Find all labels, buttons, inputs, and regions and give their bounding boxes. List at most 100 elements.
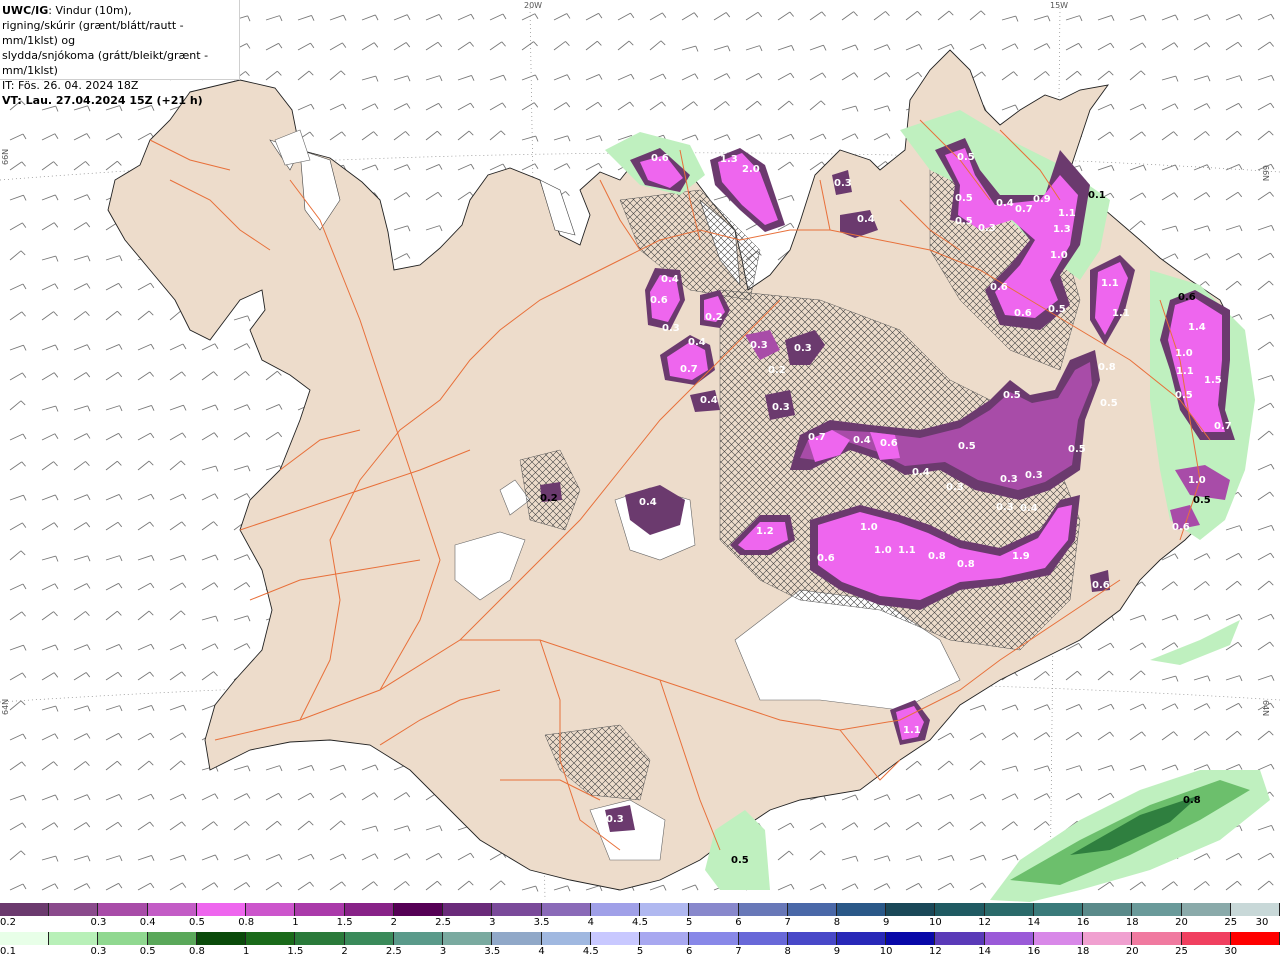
scale-swatch — [640, 932, 690, 945]
precip-label: 0.6 — [1178, 292, 1196, 303]
precip-label: 0.3 — [978, 223, 996, 234]
scale-swatch — [590, 903, 641, 916]
precip-label: 0.7 — [680, 364, 698, 375]
scale-label: 14 — [978, 946, 991, 957]
precip-label: 0.8 — [1183, 795, 1201, 806]
scale-swatch — [1083, 903, 1133, 916]
scale-swatch — [935, 932, 985, 945]
header-valid-time: VT: Lau. 27.04.2024 15Z (+21 h) — [2, 94, 203, 107]
scale-swatch — [49, 903, 99, 916]
precip-label: 1.4 — [1188, 322, 1206, 333]
scale-label: 2 — [341, 946, 348, 957]
precip-label: 0.4 — [639, 497, 657, 508]
scale-swatch — [443, 932, 493, 945]
snow-scale-labels: 0.2 0.3 0.4 0.5 0.8 1 1.5 2 2.5 3 3.5 4 4.5 5 6 7 8 9 10 12… — [0, 917, 1280, 931]
precip-label: 1.1 — [1112, 308, 1130, 319]
scale-label: 8 — [784, 946, 791, 957]
precip-label: 0.3 — [750, 340, 768, 351]
scale-label: 0.4 — [139, 917, 156, 928]
precip-label: 0.7 — [1015, 204, 1033, 215]
lon-label-20w: 20W — [524, 1, 543, 10]
scale-label: 2 — [390, 917, 398, 928]
precip-label: 0.2 — [768, 365, 786, 376]
scale-label: 3.5 — [484, 946, 501, 957]
precip-label: 0.5 — [1068, 444, 1086, 455]
lat-label-66n-right: 66N — [1261, 165, 1270, 182]
scale-swatch — [1033, 903, 1084, 916]
scale-label: 1.5 — [336, 917, 353, 928]
precip-label: 1.0 — [1050, 250, 1068, 261]
scale-label: 4.5 — [582, 946, 599, 957]
precip-label: 0.5 — [957, 152, 975, 163]
lat-label-66n-left: 66N — [1, 148, 10, 165]
scale-label: 4.5 — [632, 917, 648, 928]
precip-label: 0.5 — [1100, 398, 1118, 409]
scale-swatch — [295, 932, 345, 945]
precip-label: 0.4 — [857, 214, 875, 225]
precip-label: 0.5 — [731, 855, 749, 866]
precip-label: 0.6 — [651, 153, 669, 164]
precip-label: 0.3 — [946, 482, 964, 493]
precip-label: 1.0 — [860, 522, 878, 533]
rain-scale-labels: 0.1 0.3 0.5 0.8 1 1.5 2 2.5 3 3.5 4 4.5 5 6 7 8 9 10 12 14 1… — [0, 946, 1280, 960]
scale-label: 0.3 — [90, 917, 107, 928]
precip-label: 0.4 — [853, 435, 871, 446]
precip-label: 0.5 — [955, 193, 973, 204]
precip-label: 0.3 — [1000, 474, 1018, 485]
precip-label: 0.2 — [705, 312, 723, 323]
scale-swatch — [836, 903, 887, 916]
scale-label: 0.5 — [139, 946, 156, 957]
precip-label: 0.1 — [1088, 190, 1106, 201]
precip-label: 0.5 — [955, 216, 973, 227]
scale-swatch — [1083, 932, 1133, 945]
scale-label: 0.5 — [188, 917, 205, 928]
header-line3: slydda/snjókoma (grátt/bleikt/grænt - mm… — [2, 49, 209, 77]
precip-label: 0.8 — [928, 551, 946, 562]
precip-label: 0.6 — [880, 438, 898, 449]
header-line2: rigning/skúrir (grænt/blátt/rautt - mm/1… — [2, 19, 184, 47]
header-initial-time: IT: Fös. 26. 04. 2024 18Z — [2, 79, 139, 92]
scale-label: 0.2 — [0, 917, 16, 928]
scale-swatch — [492, 903, 542, 916]
scale-swatch — [787, 932, 837, 945]
scale-swatch — [590, 932, 641, 945]
scale-label: 5 — [686, 917, 693, 928]
scale-label: 10 — [929, 917, 942, 928]
precip-label: 0.5 — [1048, 304, 1066, 315]
precip-label: 0.4 — [912, 467, 930, 478]
scale-swatch — [246, 932, 296, 945]
precip-label: 1.2 — [756, 526, 774, 537]
lat-label-64n-left: 64N — [1, 698, 10, 715]
scale-label: 4 — [538, 946, 545, 957]
precip-label: 1.1 — [1101, 278, 1119, 289]
scale-swatch — [1181, 903, 1231, 916]
scale-swatch — [393, 903, 444, 916]
lon-label-15w: 15W — [1050, 1, 1069, 10]
precip-label: 0.4 — [688, 337, 706, 348]
precip-label: 0.3 — [996, 502, 1014, 513]
precip-label: 0.3 — [1025, 470, 1043, 481]
precip-label: 0.7 — [808, 432, 826, 443]
scale-label: 6 — [686, 946, 693, 957]
scale-swatch — [935, 903, 985, 916]
precip-label: 0.4 — [700, 395, 718, 406]
precip-label: 0.3 — [606, 814, 624, 825]
scale-label: 16 — [1076, 917, 1090, 928]
precip-label: 0.6 — [990, 282, 1008, 293]
scale-swatch — [541, 903, 591, 916]
scale-label: 6 — [735, 917, 742, 928]
map-stage: 1.3 2.0 0.3 0.4 0.6 0.3 0.2 0.4 0.7 0.4 … — [0, 0, 1280, 960]
scale-swatch — [147, 903, 197, 916]
scale-label: 12 — [978, 917, 991, 928]
header-title-code: UWC/IG — [2, 4, 49, 17]
map-header: UWC/IG: Vindur (10m), rigning/skúrir (gr… — [0, 0, 240, 107]
scale-swatch — [49, 932, 99, 945]
scale-swatch — [393, 932, 444, 945]
scale-swatch — [1230, 932, 1280, 945]
scale-label: 2.5 — [385, 946, 402, 957]
scale-swatch — [344, 932, 394, 945]
precip-label: 1.3 — [720, 154, 738, 165]
precip-label: 1.1 — [903, 725, 921, 736]
precip-label: 0.2 — [540, 493, 558, 504]
precip-label: 0.6 — [1172, 522, 1190, 533]
